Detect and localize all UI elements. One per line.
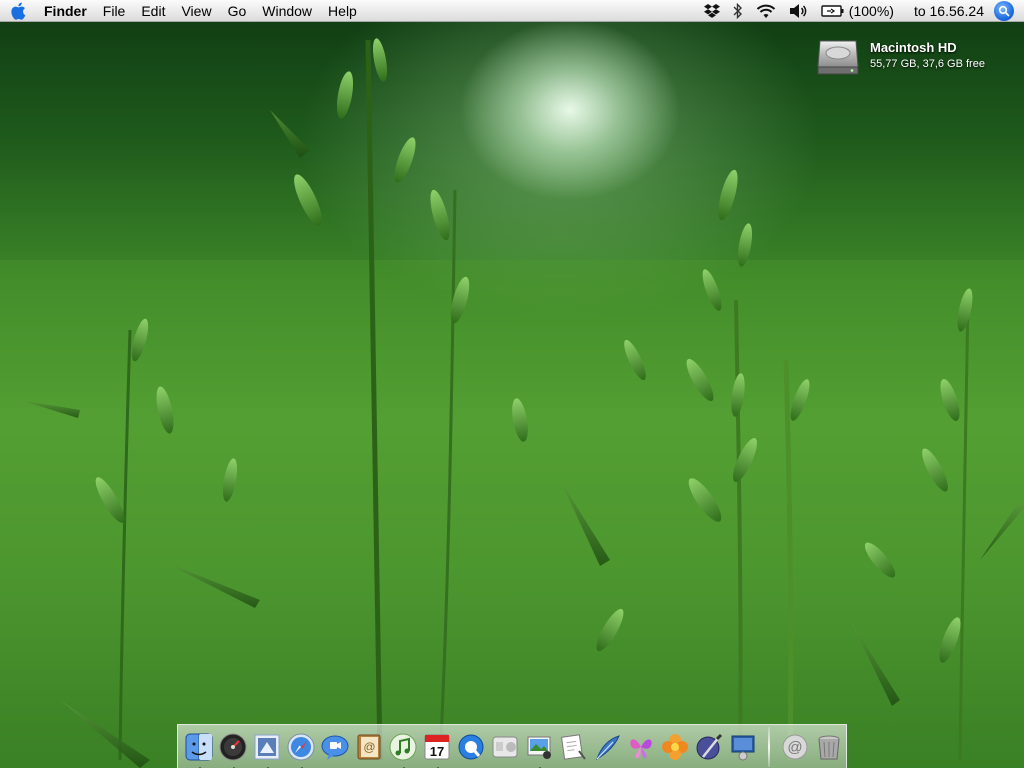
dock-itunes[interactable] <box>388 732 418 768</box>
wifi-status[interactable] <box>749 0 783 22</box>
dock-flower-app[interactable] <box>660 732 690 762</box>
apple-menu[interactable] <box>0 0 36 22</box>
bluetooth-icon <box>733 3 742 19</box>
downloads-at-icon: @ <box>782 734 808 759</box>
dock: @ 17 @ <box>177 724 847 768</box>
disk-label: Macintosh HD 55,77 GB, 37,6 GB free <box>870 33 985 70</box>
ical-day: 17 <box>430 744 444 759</box>
battery-status[interactable]: (100%) <box>815 0 900 22</box>
dock-iphoto[interactable] <box>524 732 554 768</box>
iphoto-icon <box>527 736 551 759</box>
flower-icon <box>662 733 688 760</box>
script-editor-icon <box>696 733 723 759</box>
menu-edit[interactable]: Edit <box>133 0 173 22</box>
wallpaper-grass <box>0 38 1024 768</box>
dock-separator <box>768 726 770 767</box>
wifi-icon <box>756 4 775 18</box>
menu-view[interactable]: View <box>173 0 219 22</box>
dashboard-icon <box>219 733 247 760</box>
dock-butterfly-app[interactable] <box>626 732 656 762</box>
safari-icon <box>287 733 315 760</box>
bluetooth-status[interactable] <box>727 0 749 22</box>
dock-preview[interactable] <box>558 732 588 762</box>
ical-icon: 17 <box>424 734 450 759</box>
desktop: Finder File Edit View Go Window Help (10… <box>0 0 1024 768</box>
dock-trash[interactable] <box>814 732 844 762</box>
dock-finder[interactable] <box>184 732 214 768</box>
dock-ichat[interactable] <box>320 732 350 762</box>
dock-ical[interactable]: 17 <box>422 732 452 768</box>
svg-text:@: @ <box>787 739 802 756</box>
trash-icon <box>818 735 840 759</box>
dock-address-book[interactable]: @ <box>354 732 384 762</box>
preview-icon <box>560 733 586 760</box>
address-book-icon: @ <box>357 734 381 759</box>
feather-icon <box>596 734 620 760</box>
menu-file[interactable]: File <box>95 0 134 22</box>
dock-safari[interactable] <box>286 732 316 768</box>
mail-stamp-icon <box>254 734 280 759</box>
hard-disk-icon <box>817 40 859 75</box>
menu-help[interactable]: Help <box>320 0 365 22</box>
menu-bar: Finder File Edit View Go Window Help (10… <box>0 0 1024 22</box>
desktop-disk-macintosh-hd[interactable]: Macintosh HD 55,77 GB, 37,6 GB free <box>816 33 985 77</box>
dock-mail[interactable] <box>252 732 282 768</box>
dropbox-status[interactable] <box>697 0 727 22</box>
battery-icon <box>821 5 844 17</box>
quicktime-icon <box>458 734 484 759</box>
disk-info: 55,77 GB, 37,6 GB free <box>870 58 985 70</box>
finder-icon <box>185 733 213 760</box>
menu-clock[interactable]: to 16.56.24 <box>900 0 990 22</box>
disk-name: Macintosh HD <box>870 40 957 55</box>
menu-go[interactable]: Go <box>220 0 255 22</box>
dock-apple-hardware[interactable] <box>490 732 520 762</box>
dock-dashboard[interactable] <box>218 732 248 768</box>
menu-window[interactable]: Window <box>254 0 320 22</box>
itunes-icon <box>389 733 417 760</box>
apple-hardware-icon <box>492 736 518 757</box>
svg-text:@: @ <box>363 740 375 754</box>
dock-downloads-stack[interactable]: @ <box>780 732 810 762</box>
volume-status[interactable] <box>783 0 815 22</box>
spotlight-icon <box>998 5 1010 17</box>
apple-icon <box>11 2 26 20</box>
ichat-icon <box>321 735 349 760</box>
dock-script-editor[interactable] <box>694 732 724 762</box>
dock-quicktime[interactable] <box>456 732 486 762</box>
system-preferences-icon <box>731 735 755 760</box>
volume-icon <box>789 4 807 18</box>
status-area: (100%) to 16.56.24 <box>697 0 1024 22</box>
clock-text: to 16.56.24 <box>913 3 984 19</box>
menu-app-finder[interactable]: Finder <box>36 0 95 22</box>
dock-system-preferences[interactable] <box>728 732 758 762</box>
butterfly-icon <box>630 738 652 758</box>
spotlight-button[interactable] <box>994 1 1014 21</box>
battery-percent: (100%) <box>848 3 894 19</box>
dock-feather-app[interactable] <box>592 732 622 762</box>
dropbox-icon <box>703 4 720 18</box>
